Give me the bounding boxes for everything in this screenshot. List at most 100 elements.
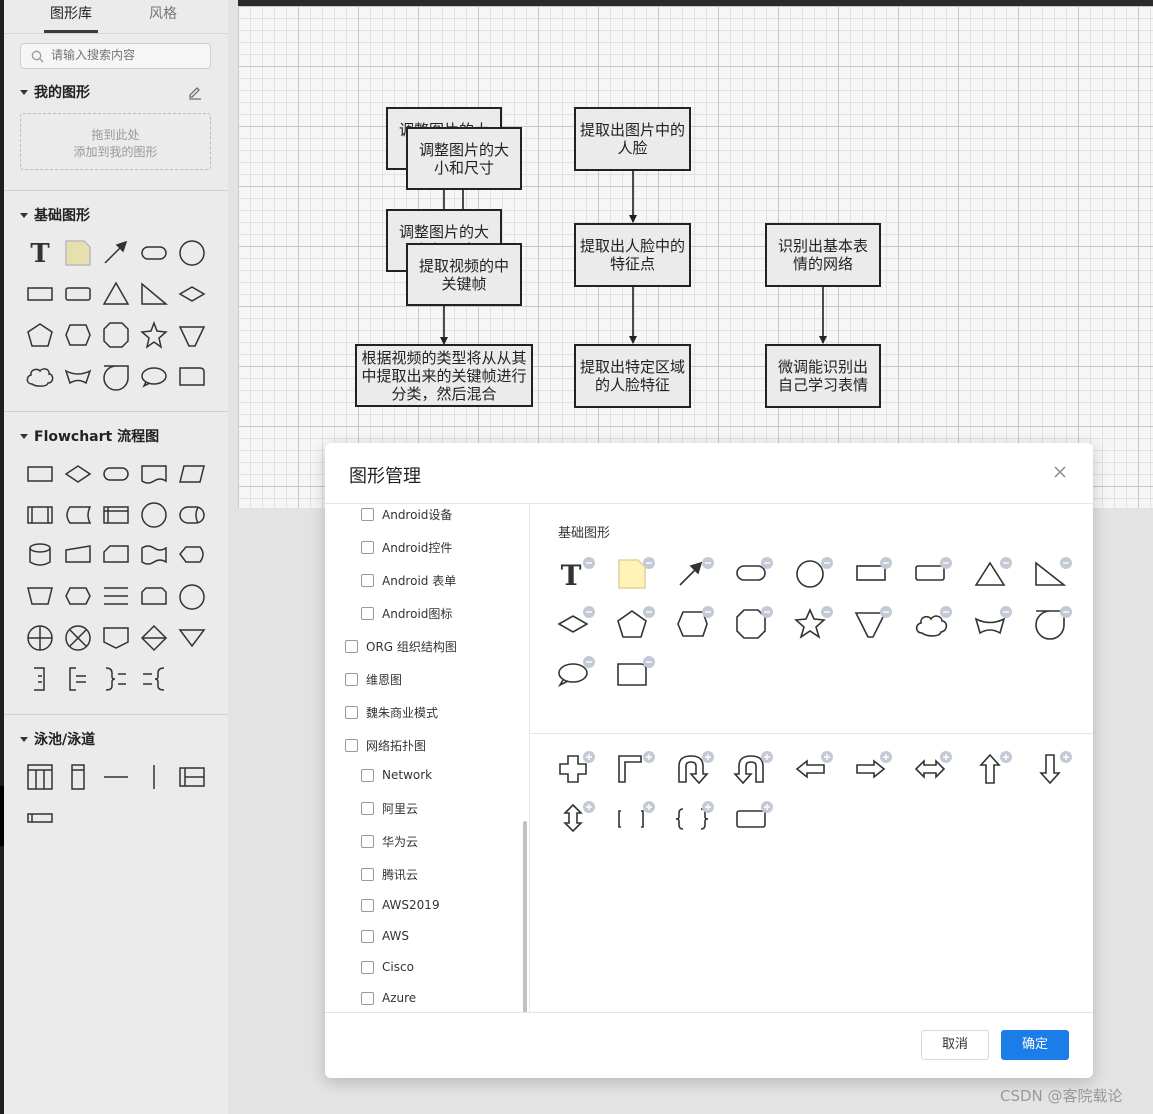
horizontal-pool-icon[interactable] — [179, 767, 205, 787]
data-shape-icon[interactable] — [179, 465, 205, 483]
search-input[interactable] — [51, 48, 201, 62]
circle-shape-icon[interactable] — [179, 240, 205, 266]
display-shape-icon[interactable] — [179, 546, 204, 563]
section-basic-shapes[interactable]: 基础图形 — [20, 205, 90, 225]
cancel-button[interactable]: 取消 — [921, 1030, 989, 1060]
funnel-shape-icon[interactable] — [178, 326, 206, 347]
preparation-icon[interactable] — [65, 587, 91, 605]
summing-junction-icon[interactable] — [27, 625, 53, 651]
u-turn-arrow-icon[interactable] — [678, 755, 709, 785]
banner-shape-icon[interactable] — [974, 617, 1006, 635]
funnel-shape-icon[interactable] — [854, 612, 887, 638]
note-shape-icon[interactable] — [618, 559, 646, 589]
up-arrow-icon[interactable] — [979, 753, 1001, 784]
cloud-shape-icon[interactable] — [26, 368, 54, 387]
brace-shape-icon[interactable] — [675, 808, 709, 830]
diamond-shape-icon[interactable] — [557, 615, 589, 633]
manual-operation-icon[interactable] — [27, 587, 53, 605]
section-pool-lane[interactable]: 泳池/泳道 — [20, 729, 95, 749]
vertical-lane-icon[interactable] — [71, 764, 85, 790]
diagram-node[interactable]: 提取出特定区域的人脸特征 — [574, 344, 691, 408]
corner-shape-icon[interactable] — [618, 755, 642, 783]
speech-bubble-shape-icon[interactable] — [141, 367, 167, 388]
right-arrow-icon[interactable] — [856, 759, 886, 779]
diagram-node[interactable]: 提取出图片中的人脸 — [574, 107, 691, 171]
section-flowchart[interactable]: Flowchart 流程图 — [20, 426, 159, 446]
octagon-shape-icon[interactable] — [736, 609, 766, 639]
rectangle-rounded-small-icon[interactable] — [65, 287, 91, 301]
tab-shape-library[interactable]: 图形库 — [50, 3, 92, 23]
merge-shape-icon[interactable] — [178, 629, 206, 648]
vertical-double-arrow-icon[interactable] — [563, 803, 583, 833]
diamond-shape-icon[interactable] — [178, 286, 206, 302]
u-turn-arrow-left-icon[interactable] — [733, 755, 764, 785]
right-triangle-shape-icon[interactable] — [1035, 561, 1067, 586]
diagram-canvas[interactable] — [238, 6, 1153, 508]
note-shape-icon[interactable] — [65, 240, 91, 266]
terminator-shape-icon[interactable] — [103, 467, 129, 481]
off-page-reference-icon[interactable] — [103, 627, 129, 649]
edit-pencil-icon[interactable] — [187, 85, 203, 101]
loop-limit-icon[interactable] — [141, 587, 167, 605]
process-shape-icon[interactable] — [27, 466, 53, 482]
rounded-box-shape-icon[interactable] — [736, 810, 766, 828]
diagram-node[interactable]: 根据视频的类型将从从其中提取出来的关键帧进行分类，然后混合 — [355, 344, 533, 407]
arrow-shape-icon[interactable] — [104, 240, 128, 264]
decision-shape-icon[interactable] — [64, 465, 92, 483]
tab-style[interactable]: 风格 — [149, 3, 177, 23]
diagram-node[interactable]: 调整图片的大小和尺寸 — [406, 127, 522, 190]
stored-data-icon[interactable] — [66, 506, 92, 524]
text-shape-icon[interactable]: T — [30, 239, 50, 269]
rounded-rect-shape-icon[interactable] — [141, 246, 167, 260]
triangle-shape-icon[interactable] — [102, 281, 130, 305]
rectangle-rounded-small-icon[interactable] — [915, 565, 945, 581]
sort-shape-icon[interactable] — [140, 624, 168, 652]
arrow-shape-icon[interactable] — [679, 561, 703, 586]
search-box[interactable] — [20, 43, 211, 69]
predefined-process-icon[interactable] — [27, 506, 53, 524]
internal-storage-icon[interactable] — [103, 506, 129, 524]
my-shapes-drop-zone[interactable]: 拖到此处 添加到我的图形 — [20, 113, 211, 170]
document-shape-icon[interactable] — [141, 465, 167, 484]
hexagon-shape-icon[interactable] — [65, 324, 91, 346]
diagram-node[interactable]: 微调能识别出自己学习表情 — [765, 344, 881, 408]
vertical-pool-icon[interactable] — [27, 764, 53, 790]
tear-shape-icon[interactable] — [103, 365, 129, 391]
direct-data-icon[interactable] — [179, 506, 205, 524]
left-arrow-icon[interactable] — [795, 759, 825, 779]
pentagon-shape-icon[interactable] — [27, 323, 53, 347]
star-shape-icon[interactable] — [794, 608, 826, 639]
parallel-mode-icon[interactable] — [104, 587, 128, 605]
diagram-node[interactable]: 识别出基本表情的网络 — [765, 223, 881, 287]
card-shape-icon[interactable] — [617, 663, 647, 686]
bracket-shape-icon[interactable] — [618, 810, 644, 828]
punched-tape-icon[interactable] — [141, 545, 167, 565]
rounded-rect-shape-icon[interactable] — [736, 565, 766, 581]
down-arrow-icon[interactable] — [1039, 754, 1061, 785]
annotation-left-icon[interactable] — [69, 667, 86, 691]
octagon-shape-icon[interactable] — [103, 322, 129, 348]
annotation-right-icon[interactable] — [34, 667, 45, 691]
brace-left-icon[interactable] — [143, 667, 165, 691]
banner-shape-icon[interactable] — [64, 369, 92, 385]
card-shape-icon[interactable] — [179, 367, 205, 386]
cross-shape-icon[interactable] — [559, 755, 587, 783]
or-junction-icon[interactable] — [65, 625, 91, 651]
circle-shape-icon[interactable] — [796, 560, 824, 588]
card-flow-icon[interactable] — [103, 545, 129, 563]
hexagon-shape-icon[interactable] — [677, 611, 708, 637]
manual-input-icon[interactable] — [65, 545, 91, 563]
cloud-shape-icon[interactable] — [915, 615, 948, 637]
tear-shape-icon[interactable] — [1035, 610, 1065, 640]
diagram-node[interactable]: 提取出人脸中的特征点 — [574, 223, 691, 287]
triangle-shape-icon[interactable] — [974, 561, 1006, 586]
brace-right-icon[interactable] — [105, 667, 126, 691]
star-shape-icon[interactable] — [140, 320, 168, 349]
double-arrow-icon[interactable] — [914, 759, 946, 779]
horizontal-lane-icon[interactable] — [27, 813, 53, 823]
pentagon-shape-icon[interactable] — [617, 610, 647, 638]
speech-bubble-shape-icon[interactable] — [557, 663, 588, 687]
rectangle-shape-icon[interactable] — [27, 287, 53, 301]
database-shape-icon[interactable] — [29, 543, 51, 566]
diagram-node[interactable]: 提取视频的中关键帧 — [406, 243, 522, 306]
